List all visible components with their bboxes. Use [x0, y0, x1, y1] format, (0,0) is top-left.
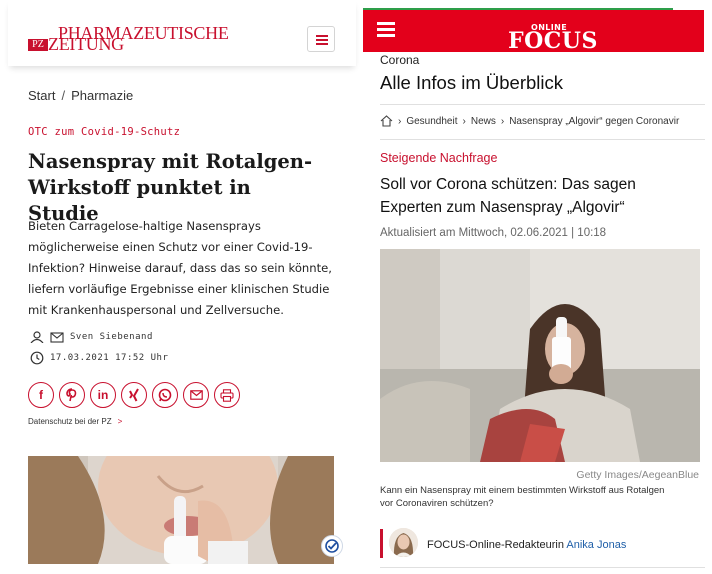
article-title: Soll vor Corona schützen: Das sagen Expe…	[380, 176, 636, 216]
author-row: Sven Siebenand	[30, 331, 153, 343]
xing-share-icon[interactable]	[121, 382, 147, 408]
divider	[380, 139, 705, 140]
verified-check-icon[interactable]	[321, 535, 343, 557]
breadcrumb-start[interactable]: Start	[28, 88, 55, 103]
facebook-share-icon[interactable]: f	[28, 382, 54, 408]
mail-icon[interactable]	[50, 331, 64, 343]
pz-logo[interactable]: PHARMAZEUTISCHE PZ ZEITUNG	[28, 24, 229, 54]
pz-article-panel: PHARMAZEUTISCHE PZ ZEITUNG Start / Pharmaz…	[0, 0, 356, 574]
article-lead: Bieten Carragelose-haltige Nasensprays m…	[28, 219, 332, 317]
breadcrumb-pharmazie[interactable]: Pharmazie	[71, 88, 133, 103]
home-icon[interactable]	[380, 115, 393, 127]
menu-button[interactable]	[307, 26, 335, 52]
breadcrumb-news[interactable]: News	[471, 116, 496, 127]
breadcrumb-separator: ›	[500, 115, 505, 127]
author-name[interactable]: Sven Siebenand	[70, 332, 153, 342]
image-caption: Kann ein Nasenspray mit einem bestimmten…	[380, 485, 665, 509]
chevron-right-icon: >	[117, 417, 123, 426]
author-prefix: FOCUS-Online-Redakteurin	[427, 539, 564, 551]
breadcrumb-separator: ›	[462, 115, 466, 127]
author-line: FOCUS-Online-Redakteurin Anika Jonas	[427, 539, 626, 551]
article-image	[28, 456, 334, 564]
focus-logo[interactable]: FOCUS	[508, 28, 598, 54]
privacy-link-label: Datenschutz bei der PZ	[28, 417, 112, 426]
focus-article-panel: ONLINE FOCUS Corona Alle Infos im Überbl…	[363, 0, 712, 574]
article-kicker: OTC zum Covid-19-Schutz	[28, 126, 181, 138]
focus-header: ONLINE FOCUS	[363, 10, 704, 54]
hamburger-icon-line	[316, 43, 328, 45]
breadcrumb-separator: /	[61, 88, 66, 103]
avatar[interactable]	[389, 528, 418, 557]
breadcrumb: Start / Pharmazie	[28, 88, 133, 103]
linkedin-share-icon[interactable]: in	[90, 382, 116, 408]
nasal-spray-photo	[380, 249, 700, 462]
author-name-link[interactable]: Anika Jonas	[566, 539, 626, 551]
article-kicker: Steigende Nachfrage	[380, 151, 498, 165]
pinterest-share-icon[interactable]	[59, 382, 85, 408]
author-accent-bar	[380, 529, 383, 558]
nasal-spray-photo	[28, 456, 334, 564]
date-row: 17.03.2021 17:52 Uhr	[30, 351, 168, 365]
print-icon[interactable]	[214, 382, 240, 408]
updated-date: Aktualisiert am Mittwoch, 02.06.2021 | 1…	[380, 227, 607, 239]
breadcrumb-separator: ›	[398, 115, 402, 127]
hamburger-icon-line	[316, 39, 328, 41]
divider	[380, 104, 705, 105]
person-icon	[30, 331, 44, 343]
article-image	[380, 249, 700, 462]
section-label[interactable]: Corona	[380, 53, 419, 67]
section-headline: Alle Infos im Überblick	[380, 72, 564, 93]
share-bar: f in	[28, 382, 240, 408]
whatsapp-share-icon[interactable]	[152, 382, 178, 408]
pz-logo-bottom: ZEITUNG	[48, 34, 124, 54]
breadcrumb-current: Nasenspray „Algovir“ gegen Coronavir	[509, 115, 680, 127]
publish-date: 17.03.2021 17:52 Uhr	[50, 353, 169, 363]
clock-icon	[30, 351, 44, 365]
pz-header: PHARMAZEUTISCHE PZ ZEITUNG	[8, 0, 356, 66]
email-share-icon[interactable]	[183, 382, 209, 408]
image-credit: Getty Images/AegeanBlue	[576, 469, 699, 481]
pz-logo-badge: PZ	[28, 39, 48, 51]
breadcrumb: › Gesundheit › News › Nasenspray „Algovi…	[380, 115, 705, 127]
privacy-link[interactable]: Datenschutz bei der PZ >	[28, 417, 122, 426]
divider	[380, 567, 705, 568]
breadcrumb-gesundheit[interactable]: Gesundheit	[406, 116, 457, 127]
hamburger-icon-line	[316, 35, 328, 37]
